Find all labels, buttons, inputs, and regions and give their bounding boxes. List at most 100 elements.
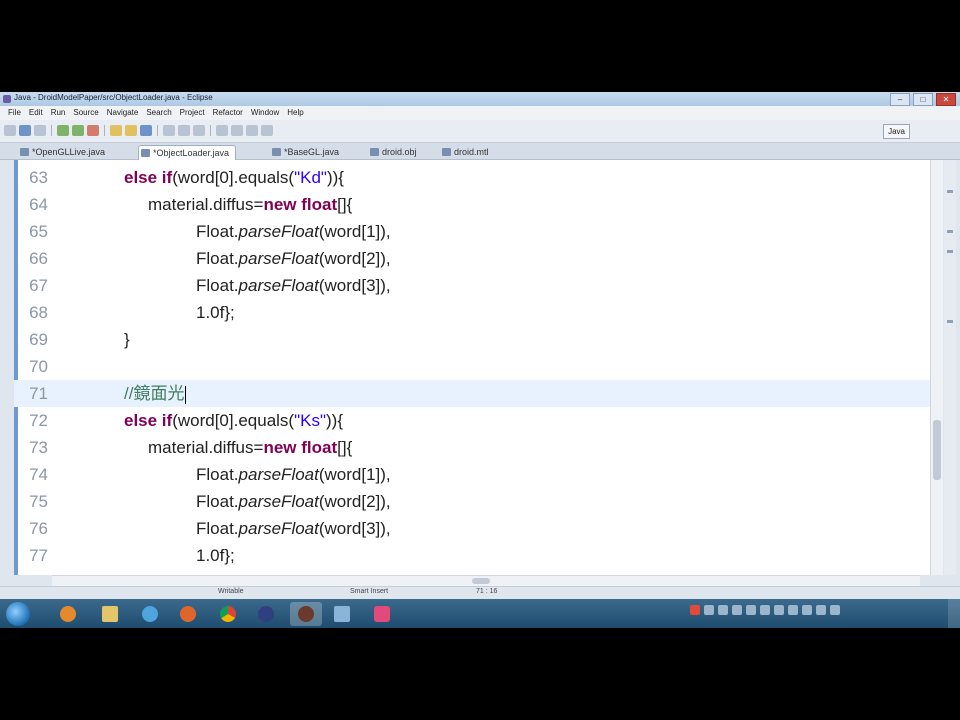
code-line[interactable]: 69} <box>14 326 930 353</box>
code-line[interactable]: 68 1.0f}; <box>14 299 930 326</box>
code-line[interactable]: 70 <box>14 353 930 380</box>
pin-icon[interactable] <box>193 125 205 136</box>
tray-icon[interactable] <box>704 605 714 615</box>
run-icon[interactable] <box>72 125 84 136</box>
code-line[interactable]: 74 Float.parseFloat(word[1]), <box>14 461 930 488</box>
code-token: )){ <box>326 168 344 187</box>
overview-marker[interactable] <box>947 250 953 253</box>
code-line[interactable]: 71 //鏡面光 <box>14 380 930 407</box>
taskbar-app-active[interactable] <box>290 602 322 626</box>
editor-vertical-scrollbar[interactable] <box>930 160 943 575</box>
main-toolbar: Java <box>0 120 960 143</box>
menu-search[interactable]: Search <box>142 106 175 120</box>
code-editor[interactable]: 63 else if(word[0].equals("Kd")){64 materi… <box>14 160 930 575</box>
tab-droid-obj[interactable]: droid.obj <box>368 145 417 159</box>
forward-icon[interactable] <box>261 125 273 136</box>
tab-basegl[interactable]: *BaseGL.java <box>270 145 339 159</box>
code-line[interactable]: 76 Float.parseFloat(word[3]), <box>14 515 930 542</box>
taskbar-app-ie[interactable] <box>134 602 166 626</box>
new-package-icon[interactable] <box>125 125 137 136</box>
menu-window[interactable]: Window <box>247 106 283 120</box>
menu-navigate[interactable]: Navigate <box>103 106 143 120</box>
menu-run[interactable]: Run <box>47 106 70 120</box>
line-number: 65 <box>29 222 48 241</box>
menu-file[interactable]: File <box>4 106 25 120</box>
line-number: 73 <box>29 438 48 457</box>
tab-opengllive[interactable]: *OpenGLLive.java <box>18 145 105 159</box>
code-line[interactable]: 64 material.diffus=new float[]{ <box>14 191 930 218</box>
code-line[interactable]: 67 Float.parseFloat(word[3]), <box>14 272 930 299</box>
line-number: 63 <box>29 168 48 187</box>
minimize-button[interactable]: – <box>890 93 910 106</box>
maximize-button[interactable]: □ <box>913 93 933 106</box>
code-line[interactable]: 66 Float.parseFloat(word[2]), <box>14 245 930 272</box>
tray-icon[interactable] <box>802 605 812 615</box>
code-line[interactable]: 73 material.diffus=new float[]{ <box>14 434 930 461</box>
tray-icon[interactable] <box>690 605 700 615</box>
taskbar-app-explorer[interactable] <box>94 602 126 626</box>
status-writable: Writable <box>218 588 244 595</box>
debug-icon[interactable] <box>57 125 69 136</box>
new-file-icon[interactable] <box>4 125 16 136</box>
back-icon[interactable] <box>246 125 258 136</box>
menu-edit[interactable]: Edit <box>25 106 47 120</box>
code-line[interactable]: 65 Float.parseFloat(word[1]), <box>14 218 930 245</box>
taskbar-app-firefox[interactable] <box>172 602 204 626</box>
code-line[interactable]: 72 else if(word[0].equals("Ks")){ <box>14 407 930 434</box>
code-line[interactable]: 75 Float.parseFloat(word[2]), <box>14 488 930 515</box>
scrollbar-thumb[interactable] <box>472 578 490 584</box>
print-icon[interactable] <box>34 125 46 136</box>
tray-icon[interactable] <box>788 605 798 615</box>
taskbar-app-recorder[interactable] <box>366 602 398 626</box>
overview-marker[interactable] <box>947 230 953 233</box>
code-token: (word[1]), <box>318 222 391 241</box>
tab-objectloader[interactable]: *ObjectLoader.java <box>138 145 237 160</box>
show-desktop-button[interactable] <box>948 599 960 628</box>
editor-horizontal-scrollbar[interactable] <box>52 575 920 586</box>
overview-ruler[interactable] <box>944 160 956 575</box>
next-annotation-icon[interactable] <box>216 125 228 136</box>
menu-project[interactable]: Project <box>176 106 209 120</box>
overview-marker[interactable] <box>947 320 953 323</box>
previous-annotation-icon[interactable] <box>231 125 243 136</box>
overview-marker[interactable] <box>947 190 953 193</box>
line-number: 68 <box>29 303 48 322</box>
menu-source[interactable]: Source <box>69 106 102 120</box>
volume-icon[interactable] <box>816 605 826 615</box>
save-icon[interactable] <box>19 125 31 136</box>
start-button[interactable] <box>6 602 30 626</box>
search-icon[interactable] <box>178 125 190 136</box>
status-bar: Writable Smart Insert 71 : 16 <box>0 586 960 599</box>
java-perspective-button[interactable]: Java <box>883 124 910 139</box>
code-line[interactable]: 63 else if(word[0].equals("Kd")){ <box>14 164 930 191</box>
tray-icon[interactable] <box>732 605 742 615</box>
open-type-icon[interactable] <box>163 125 175 136</box>
eclipse-screen: Java - DroidModelPaper/src/ObjectLoader.… <box>0 92 960 628</box>
recorder-icon <box>374 606 390 622</box>
network-tray-icon[interactable] <box>830 605 840 615</box>
folder-icon <box>102 606 118 622</box>
menu-help[interactable]: Help <box>283 106 307 120</box>
code-token: Float. <box>196 519 239 538</box>
taskbar-app-media[interactable] <box>52 602 84 626</box>
code-line[interactable]: 77 1.0f}; <box>14 542 930 569</box>
taskbar-app-chrome[interactable] <box>212 602 244 626</box>
tab-droid-mtl[interactable]: droid.mtl <box>440 145 489 159</box>
tray-icon[interactable] <box>760 605 770 615</box>
taskbar-app-eclipse[interactable] <box>250 602 282 626</box>
tray-icon[interactable] <box>718 605 728 615</box>
external-tools-icon[interactable] <box>87 125 99 136</box>
code-token: Float. <box>196 276 239 295</box>
new-java-project-icon[interactable] <box>110 125 122 136</box>
menu-refactor[interactable]: Refactor <box>209 106 247 120</box>
menu-bar: File Edit Run Source Navigate Search Pro… <box>0 106 960 120</box>
close-button[interactable]: ✕ <box>936 93 956 106</box>
line-number: 74 <box>29 465 48 484</box>
taskbar-app-network[interactable] <box>326 602 358 626</box>
tray-icon[interactable] <box>746 605 756 615</box>
tray-icon[interactable] <box>774 605 784 615</box>
new-class-icon[interactable] <box>140 125 152 136</box>
scrollbar-thumb[interactable] <box>933 420 941 480</box>
code-token: else if <box>124 168 173 187</box>
code-token: (word[0].equals( <box>172 168 295 187</box>
